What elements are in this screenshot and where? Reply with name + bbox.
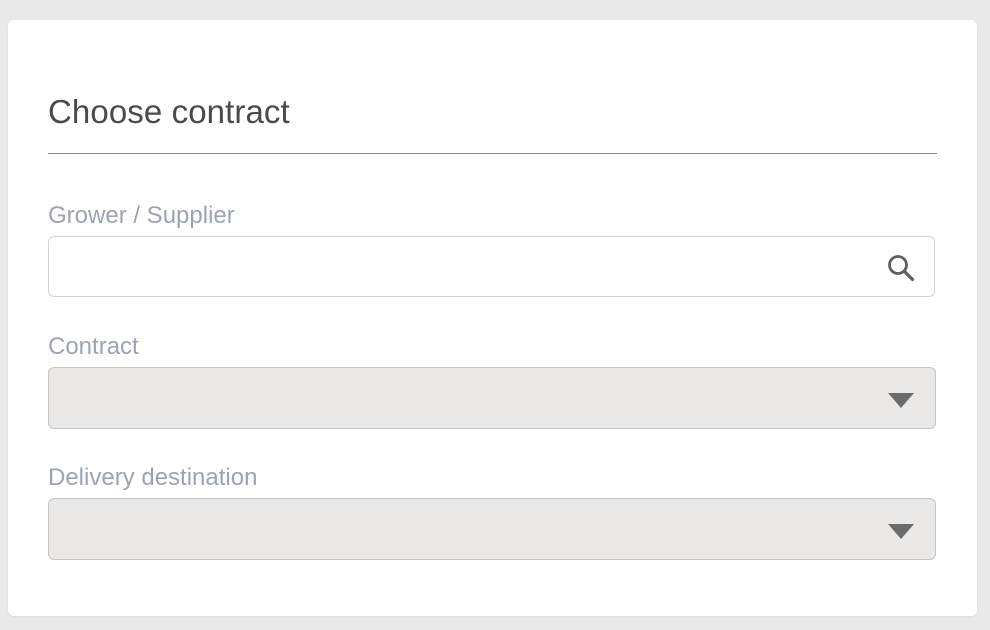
page-title: Choose contract: [48, 93, 290, 130]
chevron-down-icon: [888, 393, 914, 408]
chevron-down-icon: [888, 524, 914, 539]
contract-label: Contract: [48, 333, 139, 360]
title-divider: [48, 153, 937, 154]
grower-supplier-input[interactable]: [48, 236, 935, 297]
delivery-destination-select[interactable]: [48, 498, 936, 560]
search-icon[interactable]: [886, 253, 916, 283]
choose-contract-card: Choose contract Grower / Supplier Contra…: [8, 20, 977, 616]
contract-select[interactable]: [48, 367, 936, 429]
grower-supplier-label: Grower / Supplier: [48, 202, 235, 229]
delivery-destination-label: Delivery destination: [48, 464, 258, 491]
